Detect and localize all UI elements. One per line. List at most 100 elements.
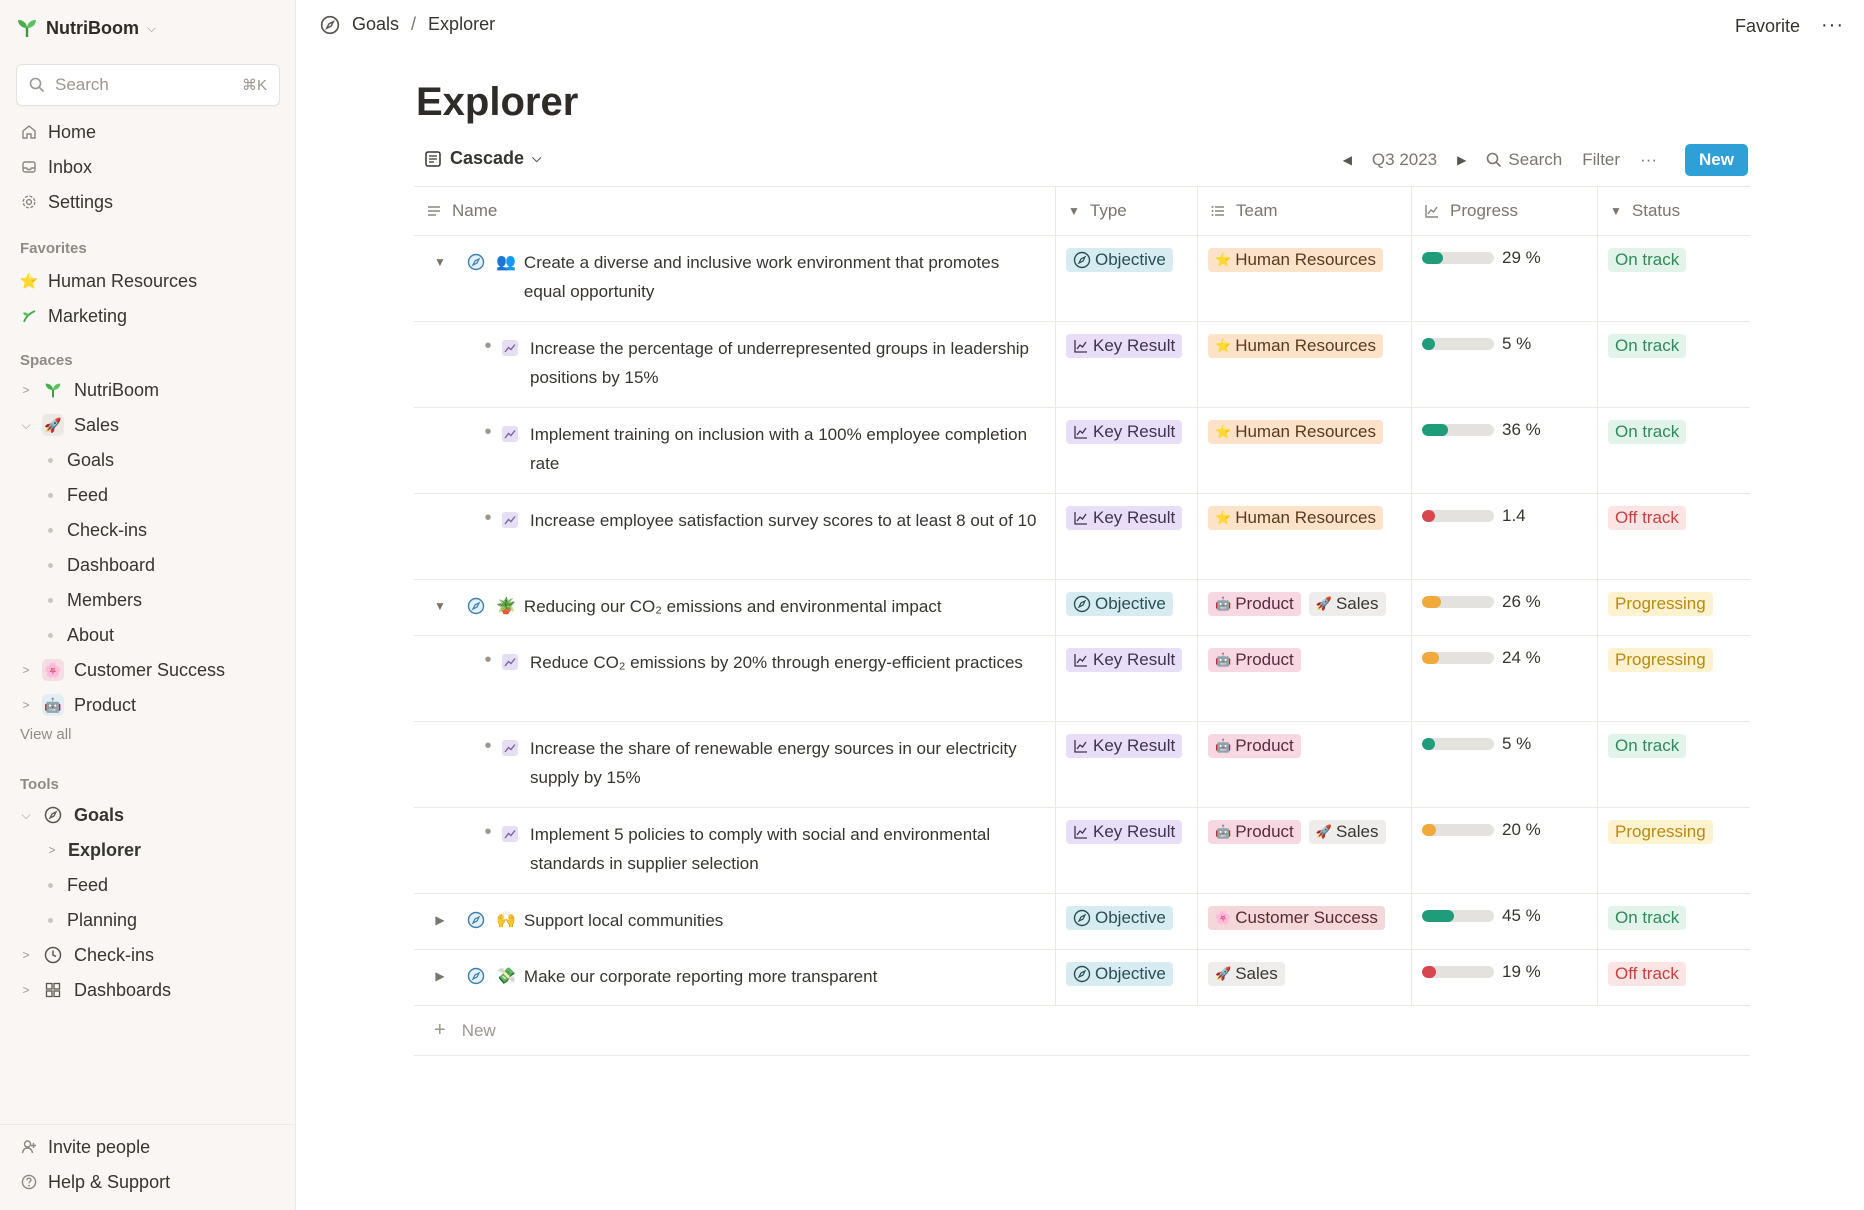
view-all-link[interactable]: View all: [20, 726, 71, 743]
team-label: Product: [1235, 594, 1294, 613]
team-label: Customer Success: [1235, 908, 1378, 927]
tool-goals-explorer[interactable]: > Explorer: [46, 835, 141, 865]
table-row[interactable]: ▼ 👥 Create a diverse and inclusive work en…: [414, 236, 1750, 322]
chevron-down-icon[interactable]: ⌵: [20, 418, 32, 433]
nav-home[interactable]: Home: [20, 117, 96, 147]
progress-bar-fill: [1422, 652, 1440, 664]
table-row[interactable]: • Increase employee satisfaction survey s…: [414, 494, 1750, 580]
goal-name-cell[interactable]: • Increase the share of renewable energy …: [414, 734, 1055, 792]
sales-feed[interactable]: Feed: [44, 480, 108, 510]
sales-dashboard[interactable]: Dashboard: [44, 550, 155, 580]
status-badge[interactable]: Progressing: [1608, 820, 1713, 844]
tool-goals-planning[interactable]: Planning: [44, 905, 137, 935]
status-badge[interactable]: On track: [1608, 420, 1687, 444]
table-row[interactable]: • Reduce CO₂ emissions by 20% through ene…: [414, 636, 1750, 722]
team-cell: 🤖 Product 🚀 Sales: [1198, 580, 1412, 635]
search-input[interactable]: Search ⌘K: [16, 64, 280, 106]
sales-members[interactable]: Members: [44, 585, 142, 615]
column-header-status[interactable]: ▼ Status: [1598, 187, 1750, 235]
chevron-right-icon[interactable]: >: [20, 698, 32, 712]
goal-title: Reducing our CO₂ emissions and environme…: [523, 597, 942, 616]
team-tag: 🚀 Sales: [1308, 592, 1386, 616]
expand-triangle-icon[interactable]: ▶: [428, 906, 452, 935]
new-button[interactable]: New: [1685, 144, 1748, 176]
space-nutriboom[interactable]: > NutriBoom: [20, 375, 159, 405]
view-selector[interactable]: Cascade ⌵: [424, 148, 541, 169]
invite-people[interactable]: Invite people: [20, 1132, 150, 1162]
chevron-right-icon[interactable]: >: [46, 843, 58, 857]
table-row[interactable]: • Implement 5 policies to comply with soc…: [414, 808, 1750, 894]
table-row[interactable]: • Increase the share of renewable energy …: [414, 722, 1750, 808]
previous-period-icon[interactable]: ◀: [1343, 153, 1352, 167]
sales-check-ins[interactable]: Check-ins: [44, 515, 147, 545]
space-product[interactable]: > 🤖 Product: [20, 690, 136, 720]
add-new-row[interactable]: + New: [414, 1006, 1750, 1056]
status-badge[interactable]: On track: [1608, 334, 1687, 358]
expand-triangle-icon[interactable]: ▶: [428, 962, 452, 991]
space-customer-success[interactable]: > 🌸 Customer Success: [20, 655, 225, 685]
filter-button[interactable]: Filter: [1582, 150, 1620, 170]
goal-name-cell[interactable]: • Implement 5 policies to comply with soc…: [414, 820, 1055, 878]
table-row[interactable]: • Increase the percentage of underreprese…: [414, 322, 1750, 408]
table-search-button[interactable]: Search: [1486, 150, 1562, 170]
sales-child-label: Check-ins: [67, 519, 148, 540]
sales-goals[interactable]: Goals: [44, 445, 114, 475]
tool-dashboards[interactable]: > Dashboards: [20, 975, 171, 1005]
status-badge[interactable]: On track: [1608, 906, 1687, 930]
status-badge[interactable]: Progressing: [1608, 648, 1713, 672]
column-header-team[interactable]: Team: [1198, 187, 1411, 235]
chevron-down-icon[interactable]: ⌵: [20, 808, 32, 823]
column-header-progress[interactable]: Progress: [1412, 187, 1597, 235]
status-badge[interactable]: Off track: [1608, 506, 1686, 530]
table-row[interactable]: • Implement training on inclusion with a …: [414, 408, 1750, 494]
chevron-right-icon[interactable]: >: [20, 948, 32, 962]
period-label[interactable]: Q3 2023: [1372, 150, 1437, 170]
goal-name-cell[interactable]: • Increase the percentage of underreprese…: [414, 334, 1055, 392]
nav-inbox[interactable]: Inbox: [20, 152, 92, 182]
next-period-icon[interactable]: ▶: [1457, 153, 1466, 167]
table-toolbar: ◀ Q3 2023 ▶ Search Filter ··· New: [1343, 144, 1748, 176]
goal-name-cell[interactable]: ▶ 🙌 Support local communities: [414, 906, 1055, 935]
chevron-right-icon[interactable]: >: [20, 983, 32, 997]
sales-about[interactable]: About: [44, 620, 114, 650]
status-badge[interactable]: Off track: [1608, 962, 1686, 986]
goal-name-cell[interactable]: ▼ 👥 Create a diverse and inclusive work en…: [414, 248, 1055, 306]
collapse-triangle-icon[interactable]: ▼: [428, 592, 452, 621]
favorite-marketing[interactable]: Marketing: [20, 301, 127, 331]
breadcrumb-explorer[interactable]: Explorer: [428, 14, 495, 35]
space-sales[interactable]: ⌵ 🚀 Sales: [20, 410, 119, 440]
more-options-button[interactable]: ···: [1821, 14, 1844, 37]
goal-title: Make our corporate reporting more transp…: [523, 967, 878, 986]
favorite-button[interactable]: Favorite: [1735, 16, 1800, 37]
goal-name-cell[interactable]: • Increase employee satisfaction survey s…: [414, 506, 1055, 535]
chevron-right-icon[interactable]: >: [20, 663, 32, 677]
table-row[interactable]: ▼ 🪴 Reducing our CO₂ emissions and environ…: [414, 580, 1750, 636]
status-badge[interactable]: On track: [1608, 248, 1687, 272]
table-row[interactable]: ▶ 💸 Make our corporate reporting more tran…: [414, 950, 1750, 1006]
goal-name-cell[interactable]: • Implement training on inclusion with a …: [414, 420, 1055, 478]
favorite-human-resources[interactable]: ⭐ Human Resources: [20, 266, 197, 296]
goal-name-cell[interactable]: • Reduce CO₂ emissions by 20% through ene…: [414, 648, 1055, 677]
objective-icon: [1073, 595, 1091, 613]
tool-check-ins[interactable]: > Check-ins: [20, 940, 154, 970]
collapse-triangle-icon[interactable]: ▼: [428, 248, 452, 277]
breadcrumb-goals[interactable]: Goals: [352, 14, 399, 35]
column-header-type[interactable]: ▼ Type: [1056, 187, 1197, 235]
chevron-right-icon[interactable]: >: [20, 383, 32, 397]
column-header-name[interactable]: Name: [414, 187, 1055, 235]
table-row[interactable]: ▶ 🙌 Support local communities Objective 🌸 C…: [414, 894, 1750, 950]
goal-name-cell[interactable]: ▶ 💸 Make our corporate reporting more tran…: [414, 962, 1055, 991]
workspace-switcher[interactable]: NutriBoom ⌵: [16, 14, 156, 42]
progress-bar: [1422, 738, 1494, 750]
nav-settings-label: Settings: [48, 191, 114, 212]
status-badge[interactable]: On track: [1608, 734, 1687, 758]
goal-name-cell[interactable]: ▼ 🪴 Reducing our CO₂ emissions and environ…: [414, 592, 1055, 621]
tool-goals[interactable]: ⌵ Goals: [20, 800, 124, 830]
nav-settings[interactable]: Settings: [20, 187, 113, 217]
tool-goals-feed[interactable]: Feed: [44, 870, 108, 900]
status-badge[interactable]: Progressing: [1608, 592, 1713, 616]
table-more-button[interactable]: ···: [1640, 150, 1657, 170]
invite-label: Invite people: [48, 1136, 151, 1157]
sales-child-label: Feed: [67, 484, 109, 505]
help-support[interactable]: Help & Support: [20, 1167, 170, 1197]
